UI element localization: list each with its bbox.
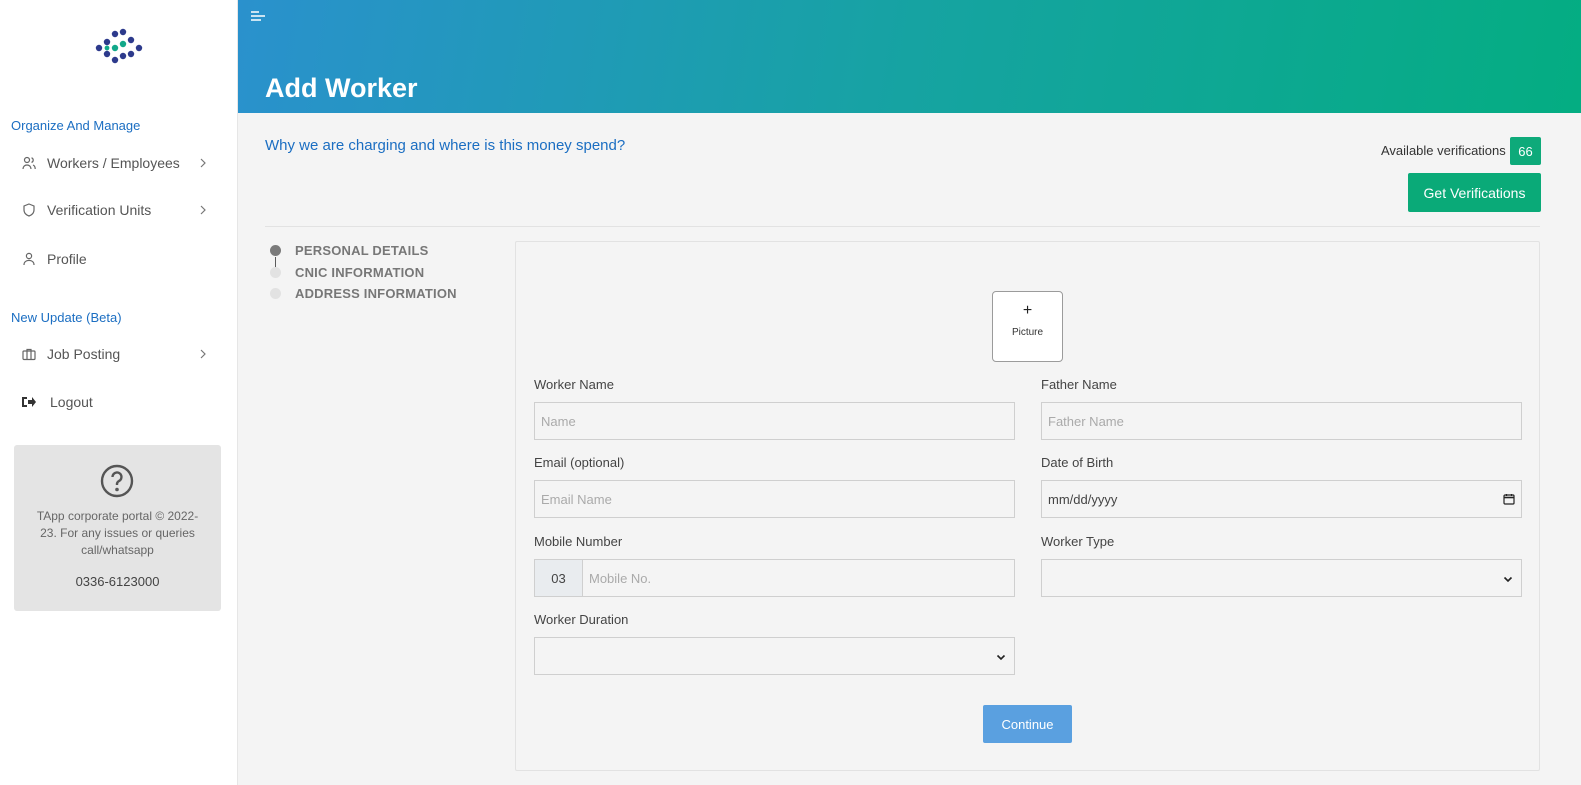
help-phone: 0336-6123000 [75, 574, 160, 589]
sidebar: Organize And Manage Workers / Employees … [0, 0, 238, 785]
step-address-information: ADDRESS INFORMATION [270, 286, 457, 301]
worker-name-placeholder: Name [541, 413, 576, 429]
sidebar-item-label: Logout [50, 394, 93, 410]
step-label: PERSONAL DETAILS [295, 243, 429, 258]
plus-icon: + [1022, 302, 1033, 319]
email-label: Email (optional) [534, 455, 625, 470]
calendar-icon[interactable] [1503, 493, 1515, 505]
sidebar-item-label: Verification Units [47, 202, 152, 218]
users-icon [21, 155, 37, 171]
email-input[interactable]: Email Name [534, 480, 1015, 518]
user-icon [21, 251, 37, 267]
picture-upload[interactable]: + Picture [992, 291, 1063, 362]
father-name-placeholder: Father Name [1048, 413, 1124, 429]
step-dot [270, 245, 281, 256]
sidebar-item-logout[interactable]: Logout [0, 384, 238, 420]
charging-info-link[interactable]: Why we are charging and where is this mo… [265, 137, 625, 154]
app-logo[interactable] [95, 28, 143, 66]
shield-icon [21, 202, 37, 218]
mobile-label: Mobile Number [534, 534, 623, 549]
get-verifications-button[interactable]: Get Verifications [1408, 173, 1541, 212]
sidebar-item-workers[interactable]: Workers / Employees [0, 145, 238, 181]
sidebar-item-label: Profile [47, 251, 87, 267]
chevron-right-icon [200, 158, 206, 168]
worker-duration-select[interactable] [534, 637, 1015, 675]
dob-value: mm/dd/yyyy [1048, 491, 1118, 507]
question-circle-icon [100, 464, 134, 498]
divider [265, 226, 1540, 227]
email-placeholder: Email Name [541, 491, 612, 507]
step-cnic-information: CNIC INFORMATION [270, 265, 424, 280]
step-personal-details: PERSONAL DETAILS [270, 243, 428, 258]
logout-icon [21, 394, 37, 410]
step-label: CNIC INFORMATION [295, 265, 425, 280]
available-verifications-label: Available verifications [1381, 143, 1506, 158]
father-name-input[interactable]: Father Name [1041, 402, 1522, 440]
chevron-right-icon [200, 349, 206, 359]
worker-type-label: Worker Type [1041, 534, 1115, 549]
help-card: TApp corporate portal © 2022-23. For any… [14, 445, 221, 611]
step-dot [270, 288, 281, 299]
section-label-organize: Organize And Manage [11, 118, 141, 133]
menu-toggle-icon[interactable] [250, 9, 266, 23]
page-header: Add Worker [238, 0, 1581, 113]
available-verifications-count: 66 [1510, 137, 1541, 165]
sidebar-item-verification-units[interactable]: Verification Units [0, 192, 238, 228]
sidebar-item-profile[interactable]: Profile [0, 241, 238, 277]
continue-button[interactable]: Continue [983, 705, 1072, 743]
mobile-input[interactable]: 03 Mobile No. [534, 559, 1015, 597]
father-name-label: Father Name [1041, 377, 1117, 392]
worker-name-label: Worker Name [534, 377, 614, 392]
worker-name-input[interactable]: Name [534, 402, 1015, 440]
step-label: ADDRESS INFORMATION [295, 286, 457, 301]
chevron-down-icon [996, 654, 1006, 661]
mobile-placeholder: Mobile No. [589, 570, 652, 586]
dob-label: Date of Birth [1041, 455, 1114, 470]
picture-label: Picture [1011, 327, 1044, 338]
worker-type-select[interactable] [1041, 559, 1522, 597]
worker-duration-label: Worker Duration [534, 612, 629, 627]
briefcase-icon [21, 346, 37, 362]
section-label-new-update: New Update (Beta) [11, 310, 122, 325]
sidebar-item-label: Workers / Employees [47, 155, 180, 171]
help-text: TApp corporate portal © 2022-23. For any… [36, 509, 199, 557]
mobile-prefix: 03 [535, 560, 583, 596]
sidebar-item-label: Job Posting [47, 346, 121, 362]
dob-input[interactable]: mm/dd/yyyy [1041, 480, 1522, 518]
page-title: Add Worker [265, 73, 418, 103]
chevron-down-icon [1503, 576, 1513, 583]
sidebar-item-job-posting[interactable]: Job Posting [0, 336, 238, 372]
step-dot [270, 267, 281, 278]
chevron-right-icon [200, 205, 206, 215]
